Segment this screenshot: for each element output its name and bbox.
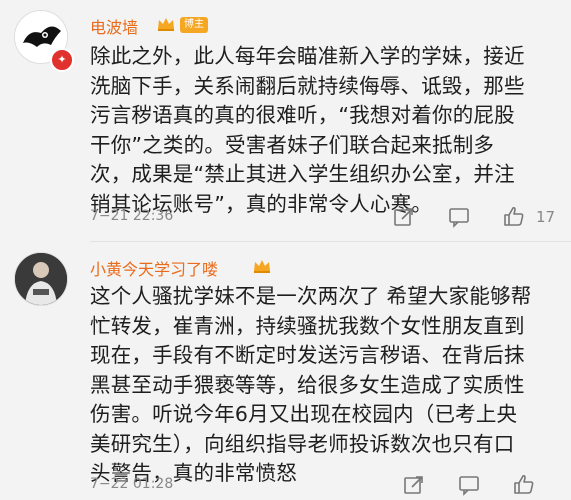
- membership-crown-icon: [254, 260, 270, 273]
- avatar[interactable]: [14, 252, 68, 306]
- username[interactable]: 小黄今天学习了喽: [90, 256, 218, 280]
- comment-icon[interactable]: [458, 474, 480, 496]
- username[interactable]: 电波墙: [90, 14, 138, 38]
- verified-badge-icon: ✦: [50, 48, 74, 72]
- comment-text-line: 忙转发，崔青洲，持续骚扰我数个女性朋友直到: [90, 313, 525, 338]
- avatar-image: [15, 253, 67, 305]
- comment-1: ✦ 电波墙 博主 除此之外，此人每年会瞄准新入学的学妹，接近 洗脑下手，关系闹翻…: [0, 0, 571, 240]
- comment-text-line: 这个人骚扰学妹不是一次两次了 希望大家能够帮: [90, 284, 532, 308]
- like-icon[interactable]: [513, 473, 535, 495]
- comment-text-line: 黑甚至动手猥亵等等，给很多女生造成了实质性: [90, 372, 525, 397]
- comment-text-line: 干你”之类的。受害者妹子们联合起来抵制多: [90, 132, 495, 157]
- comment-text: 除此之外，此人每年会瞄准新入学的学妹，接近 洗脑下手，关系闹翻后就持续侮辱、诋毁…: [90, 42, 560, 219]
- author-tag: 博主: [180, 17, 208, 33]
- comment-text-line: 洗脑下手，关系闹翻后就持续侮辱、诋毁，那些: [90, 73, 525, 98]
- like-icon[interactable]: [503, 205, 525, 227]
- share-icon[interactable]: [403, 474, 425, 496]
- timestamp: 7−22 01:28: [90, 476, 174, 492]
- comment-2: 小黄今天学习了喽 这个人骚扰学妹不是一次两次了 希望大家能够帮 忙转发，崔青洲，…: [0, 242, 571, 500]
- share-icon[interactable]: [393, 206, 415, 228]
- comment-icon[interactable]: [448, 206, 470, 228]
- comment-text: 这个人骚扰学妹不是一次两次了 希望大家能够帮 忙转发，崔青洲，持续骚扰我数个女性…: [90, 282, 560, 489]
- like-count: 17: [536, 208, 556, 226]
- comment-text-line: 除此之外，此人每年会瞄准新入学的学妹，接近: [90, 44, 525, 68]
- comment-text-line: 伤害。听说今年6月又出现在校园内（已考上央: [90, 402, 518, 426]
- comment-text-line: 次，成果是“禁止其进入学生组织办公室，并注: [90, 162, 515, 186]
- comment-text-line: 污言秽语真的真的很难听，“我想对着你的屁股: [90, 103, 515, 127]
- timestamp: 7−21 22:36: [90, 208, 174, 224]
- comment-text-line: 现在，手段有不断定时发送污言秽语、在背后抹: [90, 343, 525, 367]
- comment-text-line: 美研究生），向组织指导老师投诉数次也只有口: [90, 431, 515, 456]
- membership-crown-icon: [158, 18, 174, 31]
